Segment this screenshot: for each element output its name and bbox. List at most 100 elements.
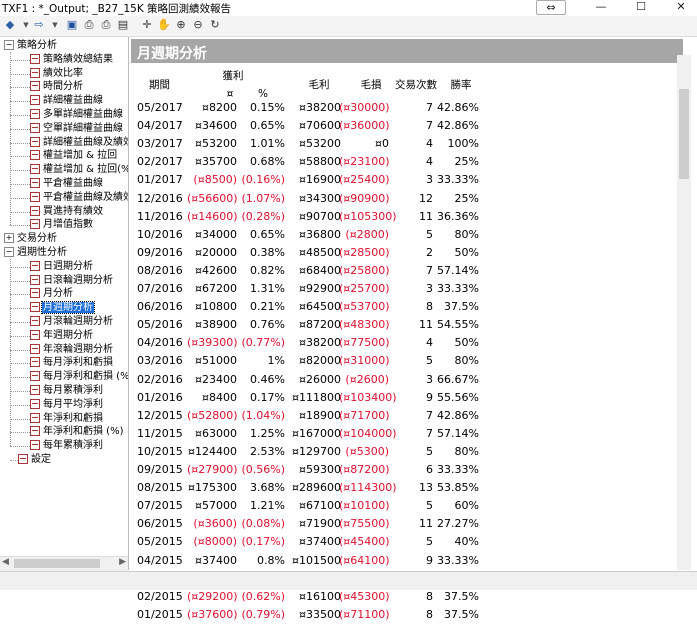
- tree-node-periodic-item[interactable]: 月分析: [30, 287, 74, 300]
- tree-node-settings[interactable]: 設定: [18, 453, 52, 466]
- table-row: 02/2017 ¤35700 0.68% ¤58800 (¤23100) 4 25%: [131, 155, 531, 171]
- report-scroll-thumb[interactable]: [679, 89, 689, 179]
- tree-node-strategy-item[interactable]: 多單詳細權益曲線: [30, 108, 124, 121]
- forward-dropdown-icon[interactable]: ▼: [48, 18, 62, 32]
- table-cell: (¤45300): [339, 589, 390, 603]
- tree-node-periodic-item[interactable]: 日週期分析: [30, 260, 94, 273]
- tree-node-periodic-item[interactable]: 月滾輪週期分析: [30, 315, 114, 328]
- copy-icon[interactable]: ▤: [116, 18, 130, 32]
- table-row: 10/2015 ¤124400 2.53% ¤129700 (¤5300) 5 80%: [131, 445, 531, 461]
- tree-connector-line: [10, 432, 30, 434]
- tree-node-strategy-item[interactable]: 月增值指數: [30, 218, 94, 231]
- tree-node-periodic-item[interactable]: 每月淨利和虧損 (%): [30, 370, 128, 383]
- table-cell: 33.33%: [437, 463, 479, 476]
- table-row: 02/2015 (¤29200) (0.62%) ¤16100 (¤45300) 8 37.…: [131, 590, 531, 606]
- collapse-icon[interactable]: −: [4, 247, 14, 257]
- tree-node-strategy-item[interactable]: 績效比率: [30, 67, 84, 80]
- tree-node-strategy-item[interactable]: 買進持有績效: [30, 205, 104, 218]
- tree-node-strategy-item[interactable]: 策略績效總結果: [30, 53, 114, 66]
- table-cell: 3: [426, 372, 433, 386]
- maximize-button[interactable]: ☐: [630, 0, 652, 13]
- tree-node-strategy-item[interactable]: 詳細權益曲線: [30, 94, 104, 107]
- tree-node-label: 年週期分析: [43, 329, 93, 341]
- tree-node-label: 日週期分析: [43, 260, 93, 272]
- table-cell: 0.65%: [250, 227, 285, 241]
- tree-node-periodic-item[interactable]: 每月平均淨利: [30, 398, 104, 411]
- back-icon[interactable]: ◆: [3, 18, 17, 32]
- tree-node-strategy-item[interactable]: 權益增加 & 拉回(%): [30, 163, 128, 176]
- tree-node-label: 年淨利和虧損: [43, 412, 103, 424]
- tree-node-strategy-item[interactable]: 平倉權益曲線: [30, 177, 104, 190]
- navigation-tree: − 策略分析 策略績效總結果 績效比率 時間分析詳細權益曲線 多單詳細權益曲線 空單詳細權益…: [0, 37, 129, 570]
- table-cell: 25%: [454, 191, 479, 205]
- expand-icon[interactable]: +: [4, 233, 14, 244]
- tree-node-periodic-item[interactable]: 年週期分析: [30, 329, 94, 342]
- reset-view-icon[interactable]: ↻: [208, 18, 222, 32]
- forward-icon[interactable]: ⇨: [32, 18, 46, 32]
- tree-node-label: 月週期分析: [41, 301, 95, 315]
- table-cell: 4: [426, 336, 433, 350]
- save-icon[interactable]: ▣: [65, 18, 79, 32]
- scroll-left-icon[interactable]: ◀: [2, 557, 9, 567]
- tree-node-periodic-item[interactable]: 年淨利和虧損: [30, 412, 104, 425]
- table-cell: 54.55%: [437, 318, 479, 332]
- scroll-right-icon[interactable]: ▶: [119, 557, 126, 567]
- tree-node-strategy-item[interactable]: 平倉權益曲線及績效: [30, 191, 128, 204]
- table-cell: ¤48500: [299, 245, 341, 259]
- tree-node-periodic-item[interactable]: 年淨利和虧損 (%): [30, 425, 124, 438]
- tree-scroll-thumb[interactable]: [14, 559, 100, 568]
- bottom-scrollbar[interactable]: [0, 571, 697, 590]
- table-cell: ¤82000: [299, 354, 341, 368]
- tree-node-periodic-analysis[interactable]: − 週期性分析: [4, 246, 68, 259]
- tree-node-periodic-item[interactable]: 每月淨利和虧損: [30, 356, 114, 369]
- tree-connector-line: [10, 128, 30, 130]
- table-cell: 0.38%: [250, 245, 285, 259]
- report-vertical-scrollbar[interactable]: [677, 55, 691, 570]
- table-cell: ¤36800: [299, 227, 341, 241]
- tree-horizontal-scrollbar[interactable]: ◀ ▶: [0, 556, 128, 571]
- collapse-icon[interactable]: −: [4, 40, 14, 50]
- table-cell: 9: [426, 553, 433, 567]
- report-page-icon: [30, 122, 40, 133]
- table-cell: 01/2016: [137, 390, 183, 404]
- tree-connector-line: [10, 446, 30, 448]
- table-cell: 2.53%: [250, 444, 285, 458]
- table-cell: ¤57000: [195, 499, 237, 513]
- table-cell: 07/2016: [137, 282, 183, 295]
- table-cell: ¤34300: [299, 191, 341, 205]
- tree-node-periodic-item[interactable]: 每月累積淨利: [30, 384, 104, 397]
- tree-node-label: 年滾輪週期分析: [43, 343, 113, 355]
- hand-icon[interactable]: ✋: [157, 18, 171, 32]
- tree-node-strategy-analysis[interactable]: − 策略分析: [4, 39, 58, 52]
- tree-node-label: 每年累積淨利: [43, 440, 103, 452]
- tree-node-strategy-item[interactable]: 權益增加 & 拉回: [30, 149, 118, 162]
- print-icon[interactable]: ⎙: [99, 18, 113, 32]
- table-cell: ¤37400: [195, 553, 237, 567]
- back-dropdown-icon[interactable]: ▼: [19, 18, 33, 32]
- tree-node-strategy-item[interactable]: 空單詳細權益曲線: [30, 122, 124, 135]
- table-cell: 3: [426, 282, 433, 295]
- table-row: 04/2017 ¤34600 0.65% ¤70600 (¤36000) 7 42.86%: [131, 119, 531, 135]
- report-page-icon: [30, 343, 40, 354]
- tree-node-periodic-item[interactable]: 日滾輪週期分析: [30, 274, 114, 287]
- zoom-in-icon[interactable]: ⊕: [174, 18, 188, 32]
- tree-node-periodic-item[interactable]: 年滾輪週期分析: [30, 343, 114, 356]
- print-preview-icon[interactable]: ⎙: [82, 18, 96, 32]
- restore-size-button[interactable]: ⇔: [536, 0, 566, 15]
- tree-node-label: 詳細權益曲線: [43, 95, 103, 107]
- close-button[interactable]: ✕: [670, 0, 692, 13]
- zoom-out-icon[interactable]: ⊖: [191, 18, 205, 32]
- minimize-button[interactable]: —: [590, 0, 612, 13]
- table-cell: (¤25700): [339, 282, 390, 295]
- column-header-profit: 獲利: [222, 70, 244, 82]
- column-header-gross-loss: 毛損: [360, 79, 382, 91]
- table-row: 10/2016 ¤34000 0.65% ¤36800 (¤2800) 5 80%: [131, 228, 531, 244]
- tree-node-trade-analysis[interactable]: + 交易分析: [4, 232, 58, 245]
- tree-node-periodic-item[interactable]: 月週期分析: [30, 301, 95, 315]
- tree-node-strategy-item[interactable]: 時間分析: [30, 80, 84, 93]
- tree-node-periodic-item[interactable]: 每年累積淨利: [30, 439, 104, 452]
- table-cell: 8: [426, 607, 433, 621]
- table-cell: (¤39300): [187, 336, 238, 350]
- crosshair-icon[interactable]: ✛: [140, 18, 154, 32]
- tree-node-strategy-item[interactable]: 詳細權益曲線及績效: [30, 136, 128, 149]
